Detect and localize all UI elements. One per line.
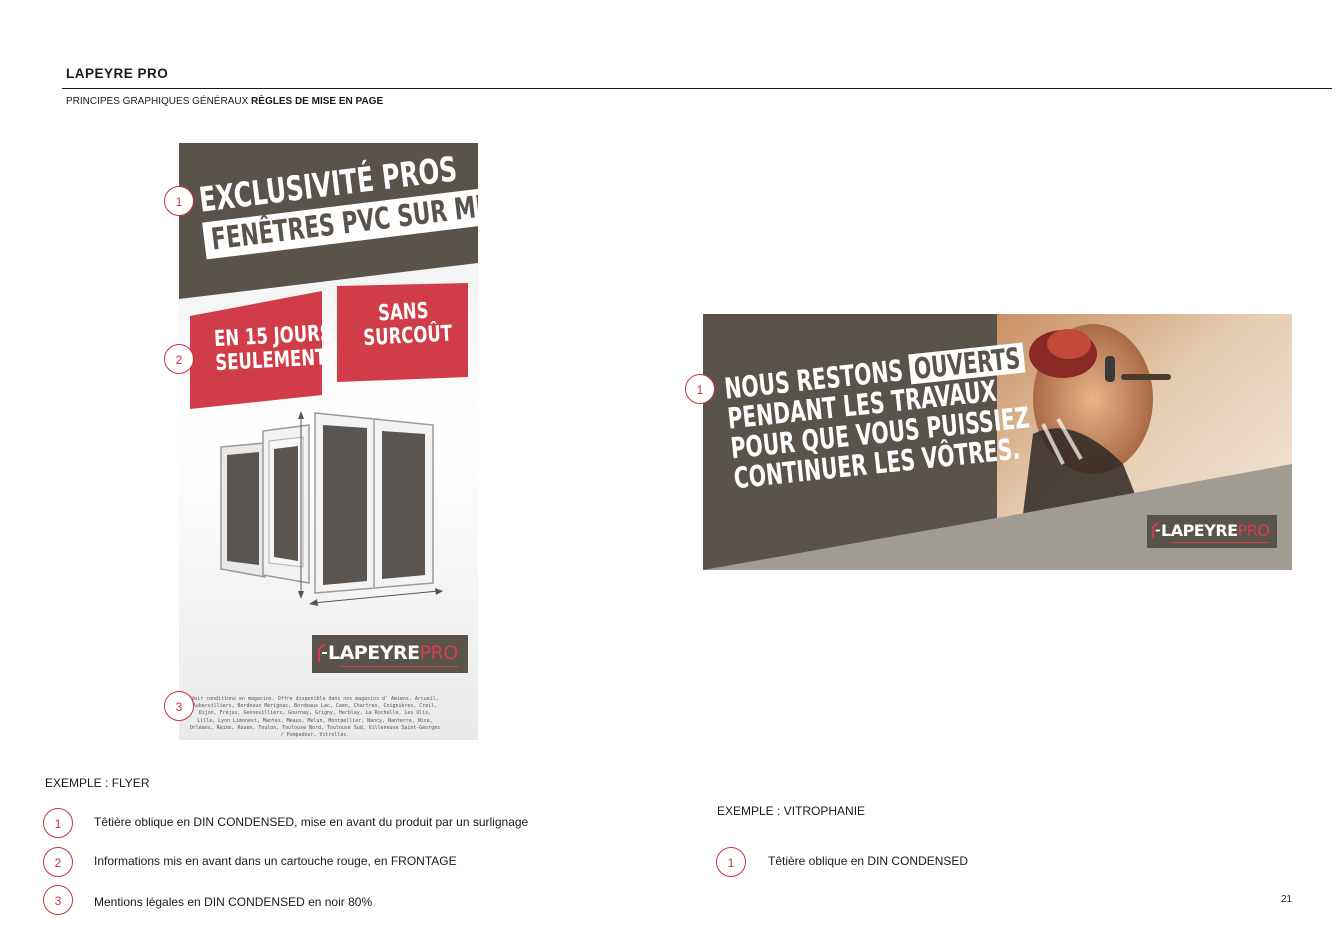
logo-wordmark: LAPEYREPRO: [328, 642, 458, 664]
vitrophanie-lapeyre-pro-logo: LAPEYREPRO: [1147, 515, 1277, 548]
legend-flyer-marker-3: 3: [43, 885, 73, 915]
vitrophanie-example: NOUS RESTONS OUVERTS PENDANT LES TRAVAUX…: [703, 314, 1292, 570]
legend-flyer-text-1: Têtière oblique en DIN CONDENSED, mise e…: [94, 815, 529, 829]
flyer-example: EXCLUSIVITÉ PROS FENÊTRES PVC SUR MESURE…: [179, 143, 478, 740]
legend-flyer-marker-1: 1: [43, 808, 73, 838]
flyer-marker-1: 1: [164, 186, 194, 216]
breadcrumb: PRINCIPES GRAPHIQUES GÉNÉRAUX RÈGLES DE …: [66, 96, 383, 107]
logo-wordmark-accent: PRO: [1237, 521, 1270, 540]
legend-flyer-marker-2: 2: [43, 847, 73, 877]
breadcrumb-section: PRINCIPES GRAPHIQUES GÉNÉRAUX: [66, 96, 249, 107]
logo-roof-icon: [1152, 522, 1160, 539]
vitrophanie-marker-1: 1: [685, 374, 715, 404]
legend-flyer-text-2: Informations mis en avant dans un cartou…: [94, 854, 457, 868]
header-rule: [62, 88, 1332, 89]
windows-illustration: [220, 411, 443, 606]
flyer-red-box-right-line2: SURCOÛT: [362, 321, 453, 352]
flyer-marker-2: 2: [164, 344, 194, 374]
logo-wordmark-main: LAPEYRE: [328, 642, 420, 664]
legend-vitro-marker-1: 1: [716, 847, 746, 877]
logo-wordmark: LAPEYREPRO: [1161, 521, 1270, 540]
legend-flyer-text-3: Mentions légales en DIN CONDENSED en noi…: [94, 895, 373, 909]
logo-wordmark-main: LAPEYRE: [1161, 521, 1238, 540]
flyer-red-box-right: SANS SURCOÛT: [362, 299, 453, 352]
page-number: 21: [1281, 894, 1293, 905]
flyer-caption: EXEMPLE : FLYER: [45, 776, 150, 790]
flyer-marker-3: 3: [164, 691, 194, 721]
flyer-red-box-left: EN 15 JOURS SEULEMENT: [213, 321, 332, 377]
flyer-lapeyre-pro-logo: LAPEYREPRO: [312, 635, 468, 673]
legend-vitro-text-1: Têtière oblique en DIN CONDENSED: [768, 854, 969, 868]
flyer-red-box-left-line2: SEULEMENT: [214, 345, 328, 377]
breadcrumb-subsection: RÈGLES DE MISE EN PAGE: [251, 96, 384, 107]
logo-underline: [1171, 542, 1269, 543]
logo-roof-icon: [318, 643, 327, 662]
brand-title: LAPEYRE PRO: [66, 66, 169, 81]
vitrophanie-caption: EXEMPLE : VITROPHANIE: [717, 804, 866, 818]
logo-wordmark-accent: PRO: [419, 642, 459, 664]
flyer-legal-mentions: Voir conditions en magasins. Offre dispo…: [189, 696, 441, 739]
logo-underline: [340, 666, 458, 667]
